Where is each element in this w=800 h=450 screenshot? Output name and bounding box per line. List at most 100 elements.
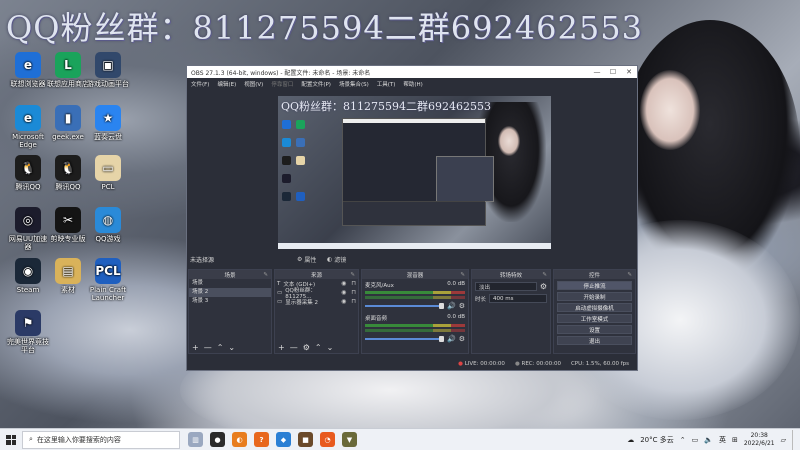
taskbar-app-icon[interactable]: ? <box>254 432 269 447</box>
properties-button[interactable]: ⚙ 属性 <box>297 255 316 264</box>
add-icon[interactable]: + <box>192 343 199 352</box>
taskbar-app-icon[interactable]: ● <box>210 432 225 447</box>
desktop-icon[interactable]: ▤ 素材 <box>46 258 90 294</box>
menu-view[interactable]: 视图(V) <box>244 80 263 88</box>
clock-time: 20:38 <box>750 431 768 439</box>
source-item[interactable]: ▭ 显示器采集 2 ◉ ⊓ <box>275 297 358 306</box>
start-recording-button[interactable]: 开始录制 <box>557 292 632 301</box>
menu-profile[interactable]: 配置文件(P) <box>301 80 331 88</box>
visibility-eye-icon[interactable]: ◉ <box>341 289 346 296</box>
scene-item[interactable]: 场景 3 <box>189 297 271 306</box>
input-language[interactable]: 英 <box>719 435 726 445</box>
desktop-icon[interactable]: ◉ Steam <box>6 258 50 294</box>
taskbar-app-icon[interactable]: ■ <box>298 432 313 447</box>
source-item[interactable]: ▭ QQ粉丝群：811275... ◉ ⊓ <box>275 288 358 300</box>
scene-item[interactable]: 场景 <box>189 279 271 288</box>
sources-dock-header: 来源 ✎ <box>275 270 358 279</box>
desktop-icon-label: 蓝奏云盘 <box>94 133 122 141</box>
lock-icon[interactable]: ⊓ <box>351 289 356 296</box>
taskbar-app-icon[interactable]: ▥ <box>188 432 203 447</box>
move-down-icon[interactable]: ⌄ <box>327 343 334 352</box>
undock-icon[interactable]: ✎ <box>460 272 465 278</box>
undock-icon[interactable]: ✎ <box>542 272 547 278</box>
desktop-icon[interactable]: ▮ geek.exe <box>46 105 90 141</box>
start-virtual-camera-button[interactable]: 启动虚拟摄像机 <box>557 303 632 312</box>
move-up-icon[interactable]: ⌃ <box>217 343 224 352</box>
scenes-dock: 场景 ✎ 场景 场景 2 场景 3 + — ⌃ ⌄ <box>188 269 272 354</box>
desktop-icon[interactable]: e 联想浏览器 <box>6 52 50 88</box>
ime-icon[interactable]: ⊞ <box>732 436 738 444</box>
filters-button[interactable]: ◐ 滤镜 <box>327 255 346 264</box>
taskbar-app-icon[interactable]: ▼ <box>342 432 357 447</box>
taskbar-app-icon[interactable]: ◆ <box>276 432 291 447</box>
tray-chevron-icon[interactable]: ⌃ <box>680 436 686 444</box>
show-desktop-button[interactable] <box>792 429 800 450</box>
transitions-dock-header: 转场特效 ✎ <box>472 270 550 279</box>
move-down-icon[interactable]: ⌄ <box>228 343 235 352</box>
visibility-eye-icon[interactable]: ◉ <box>341 280 346 287</box>
clock[interactable]: 20:38 2022/6/21 <box>744 432 775 448</box>
speaker-icon[interactable]: 🔊 <box>447 335 456 343</box>
gear-icon[interactable]: ⚙ <box>459 335 465 343</box>
scene-item[interactable]: 场景 2 <box>189 288 271 297</box>
desktop-icon[interactable]: ▭ PCL <box>86 155 130 191</box>
desktop-icon[interactable]: L 联想应用商店 <box>46 52 90 88</box>
taskbar-app-icon[interactable]: ◐ <box>232 432 247 447</box>
stop-streaming-button[interactable]: 停止推流 <box>557 281 632 290</box>
gear-icon[interactable]: ⚙ <box>459 302 465 310</box>
obs-title-bar[interactable]: OBS 27.1.3 (64-bit, windows) - 配置文件: 未命名… <box>187 66 637 78</box>
menu-tools[interactable]: 工具(T) <box>377 80 396 88</box>
obs-preview[interactable]: QQ粉丝群：811275594二群692462553 <box>278 96 551 249</box>
undock-icon[interactable]: ✎ <box>350 272 355 278</box>
volume-icon[interactable]: 🔈 <box>704 436 713 444</box>
desktop-icon[interactable]: ★ 蓝奏云盘 <box>86 105 130 141</box>
speaker-icon[interactable]: 🔊 <box>447 302 456 310</box>
transition-select[interactable]: 淡出 <box>475 282 537 291</box>
obs-menu-bar: 文件(F) 编辑(E) 视图(V) 停靠窗口 配置文件(P) 场景集合(S) 工… <box>187 78 637 89</box>
weather-icon[interactable]: ☁ <box>627 436 634 444</box>
volume-meter <box>365 329 465 332</box>
network-icon[interactable]: ▭ <box>692 436 699 444</box>
taskbar-search-box[interactable]: ⌕ 在这里输入你要搜索的内容 <box>22 430 180 449</box>
taskbar-app-icon[interactable]: ◔ <box>320 432 335 447</box>
volume-slider[interactable] <box>365 303 444 309</box>
close-button[interactable]: ✕ <box>621 68 637 76</box>
desktop-icon[interactable]: ◍ QQ游戏 <box>86 207 130 243</box>
desktop-icon[interactable]: 🐧 腾讯QQ <box>46 155 90 191</box>
menu-docks[interactable]: 停靠窗口 <box>271 80 293 88</box>
duration-input[interactable]: 400 ms <box>489 294 547 303</box>
volume-meter <box>365 324 465 327</box>
desktop-icon[interactable]: e Microsoft Edge <box>6 105 50 149</box>
minimize-button[interactable]: — <box>589 68 605 76</box>
menu-scene-collection[interactable]: 场景集合(S) <box>339 80 369 88</box>
undock-icon[interactable]: ✎ <box>263 272 268 278</box>
remove-icon[interactable]: — <box>290 343 298 352</box>
desktop-icon[interactable]: 🐧 腾讯QQ <box>6 155 50 191</box>
move-up-icon[interactable]: ⌃ <box>315 343 322 352</box>
lock-icon[interactable]: ⊓ <box>351 280 356 287</box>
add-icon[interactable]: + <box>278 343 285 352</box>
undock-icon[interactable]: ✎ <box>627 272 632 278</box>
desktop-icon-label: Steam <box>16 286 40 294</box>
exit-button[interactable]: 退出 <box>557 336 632 345</box>
volume-slider[interactable] <box>365 336 444 342</box>
settings-button[interactable]: 设置 <box>557 325 632 334</box>
menu-file[interactable]: 文件(F) <box>191 80 209 88</box>
gear-icon[interactable]: ⚙ <box>303 343 310 352</box>
start-button[interactable] <box>0 429 22 450</box>
menu-help[interactable]: 帮助(H) <box>403 80 422 88</box>
desktop-icon[interactable]: ▣ 游戏动画平台 <box>86 52 130 88</box>
desktop-icon[interactable]: ⚑ 完美世界竞技平台 <box>6 310 50 354</box>
desktop-icon[interactable]: PCL Plain Craft Launcher <box>86 258 130 302</box>
menu-edit[interactable]: 编辑(E) <box>217 80 236 88</box>
desktop-icon[interactable]: ✂ 剪映专业版 <box>46 207 90 243</box>
visibility-eye-icon[interactable]: ◉ <box>341 298 346 305</box>
gear-icon[interactable]: ⚙ <box>540 282 547 291</box>
lock-icon[interactable]: ⊓ <box>351 298 356 305</box>
notification-icon[interactable]: ▱ <box>781 436 786 444</box>
studio-mode-button[interactable]: 工作室模式 <box>557 314 632 323</box>
weather-text[interactable]: 20°C 多云 <box>640 435 674 445</box>
maximize-button[interactable]: ☐ <box>605 68 621 76</box>
desktop-icon[interactable]: ◎ 网易UU加速器 <box>6 207 50 251</box>
remove-icon[interactable]: — <box>204 343 212 352</box>
